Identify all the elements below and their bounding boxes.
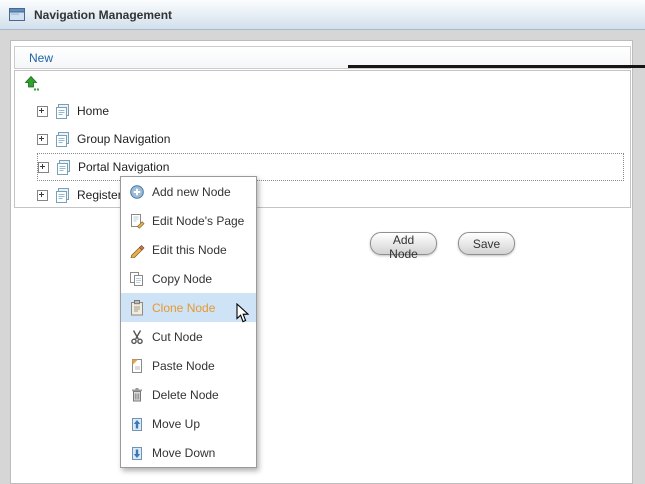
clone-icon	[129, 300, 145, 316]
tree-node-home[interactable]: Home	[37, 97, 624, 125]
node-doc-icon	[55, 132, 70, 147]
up-level-icon[interactable]	[23, 76, 40, 92]
expand-plus-icon[interactable]	[38, 162, 49, 173]
menu-item-label: Move Down	[152, 446, 215, 460]
menu-item-paste-node[interactable]: Paste Node	[121, 351, 256, 380]
menu-item-delete-node[interactable]: Delete Node	[121, 380, 256, 409]
expand-plus-icon[interactable]	[37, 134, 48, 145]
add-node-button[interactable]: Add Node	[370, 232, 437, 255]
scissors-icon	[129, 329, 145, 345]
menu-item-label: Paste Node	[152, 359, 215, 373]
node-context-menu: Add new Node Edit Node's Page Edit this …	[120, 176, 257, 468]
menu-item-label: Copy Node	[152, 272, 212, 286]
tree-node-label[interactable]: Portal Navigation	[78, 160, 169, 174]
edit-page-icon	[129, 213, 145, 229]
node-doc-icon	[55, 188, 70, 203]
menu-item-label: Cut Node	[152, 330, 203, 344]
window-icon	[9, 8, 25, 21]
paste-icon	[129, 358, 145, 374]
move-down-icon	[129, 445, 145, 461]
new-navigation-link[interactable]: New	[15, 51, 53, 65]
window-title: Navigation Management	[34, 8, 172, 22]
menu-item-edit-this-node[interactable]: Edit this Node	[121, 235, 256, 264]
tree-rows: Home Group Navigation	[15, 97, 630, 209]
node-doc-icon	[56, 160, 71, 175]
menu-item-label: Clone Node	[152, 301, 215, 315]
move-up-icon	[129, 416, 145, 432]
window-titlebar: Navigation Management	[0, 0, 645, 30]
navigation-tree-panel: Home Group Navigation	[14, 70, 631, 208]
divider-line	[348, 65, 645, 68]
menu-item-move-up[interactable]: Move Up	[121, 409, 256, 438]
add-circle-icon	[129, 184, 145, 200]
menu-item-cut-node[interactable]: Cut Node	[121, 322, 256, 351]
copy-icon	[129, 271, 145, 287]
menu-item-copy-node[interactable]: Copy Node	[121, 264, 256, 293]
menu-item-clone-node[interactable]: Clone Node	[121, 293, 256, 322]
menu-item-label: Edit Node's Page	[152, 214, 244, 228]
tree-node-label[interactable]: Group Navigation	[77, 132, 170, 146]
tree-node-label[interactable]: Register	[77, 188, 122, 202]
menu-item-label: Delete Node	[152, 388, 219, 402]
menu-item-add-new-node[interactable]: Add new Node	[121, 177, 256, 206]
expand-plus-icon[interactable]	[37, 190, 48, 201]
trash-icon	[129, 387, 145, 403]
menu-item-label: Move Up	[152, 417, 200, 431]
pencil-icon	[129, 242, 145, 258]
expand-plus-icon[interactable]	[37, 106, 48, 117]
node-doc-icon	[55, 104, 70, 119]
tree-node-group-navigation[interactable]: Group Navigation	[37, 125, 624, 153]
tree-node-label[interactable]: Home	[77, 104, 109, 118]
save-button[interactable]: Save	[458, 232, 515, 255]
menu-item-move-down[interactable]: Move Down	[121, 438, 256, 467]
menu-item-label: Add new Node	[152, 185, 231, 199]
menu-item-edit-nodes-page[interactable]: Edit Node's Page	[121, 206, 256, 235]
menu-item-label: Edit this Node	[152, 243, 227, 257]
